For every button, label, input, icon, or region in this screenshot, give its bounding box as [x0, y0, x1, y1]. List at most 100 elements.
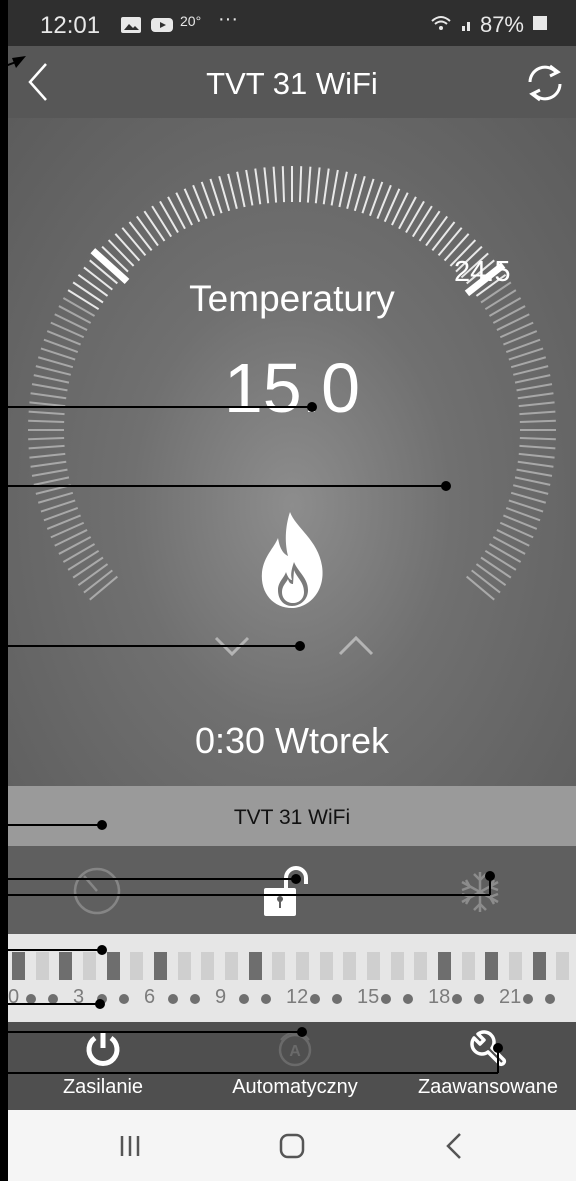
dial-tick — [29, 452, 66, 459]
schedule-slot[interactable] — [248, 952, 262, 980]
system-nav-bar — [8, 1110, 576, 1181]
dial-tick — [411, 205, 433, 238]
power-icon — [85, 1030, 121, 1071]
dial-tick — [28, 444, 65, 450]
schedule-hour-label: 3 — [73, 986, 85, 1008]
schedule-slot[interactable] — [438, 952, 451, 980]
timer-icon[interactable] — [70, 864, 124, 918]
tab-automatic[interactable]: A Automatyczny — [220, 1022, 370, 1110]
schedule-timeline[interactable]: 0 3 6 9 12 15 18 21 — [8, 934, 576, 1022]
dial-tick — [353, 175, 366, 212]
dial-tick — [391, 192, 409, 226]
schedule-slot[interactable] — [509, 952, 522, 980]
dial-tick — [431, 221, 456, 251]
battery-percent: 87% — [479, 12, 524, 37]
schedule-slot[interactable] — [272, 952, 286, 980]
schedule-dot — [523, 994, 533, 1004]
thermostat-dial[interactable]: 24.5 Temperatury 15.0 0:30 Wtorek — [8, 118, 576, 786]
dial-tick — [418, 210, 441, 242]
youtube-icon — [150, 16, 174, 39]
schedule-slot[interactable] — [83, 952, 96, 980]
schedule-slot[interactable] — [154, 952, 167, 980]
app-header: TVT 31 WiFi — [8, 46, 576, 118]
svg-text:A: A — [289, 1043, 301, 1060]
dial-tick — [519, 444, 556, 450]
schedule-slot[interactable] — [225, 952, 238, 980]
schedule-slot[interactable] — [556, 952, 570, 980]
decrease-temperature-button[interactable] — [210, 626, 254, 666]
dial-tick — [281, 166, 286, 203]
dial-ticks — [28, 166, 556, 601]
chevron-down-icon — [214, 636, 250, 657]
schedule-hour-label: 0 — [8, 986, 20, 1008]
dial-tick — [31, 468, 68, 477]
dial-tick — [519, 436, 556, 441]
increase-temperature-button[interactable] — [334, 626, 378, 666]
chevron-left-icon — [446, 1133, 461, 1159]
tab-automatic-label: Automatyczny — [232, 1076, 358, 1098]
dial-tick — [37, 491, 74, 504]
schedule-slot[interactable] — [296, 952, 309, 980]
snowflake-icon[interactable] — [458, 868, 502, 916]
dial-tick — [263, 167, 270, 204]
schedule-slot[interactable] — [485, 952, 499, 980]
unlock-icon[interactable] — [260, 866, 310, 918]
schedule-slot[interactable] — [35, 952, 49, 980]
schedule-slot[interactable] — [130, 952, 144, 980]
dial-tick — [89, 575, 118, 601]
dial-tick — [484, 549, 517, 571]
schedule-slot[interactable] — [106, 952, 120, 980]
dial-tick — [514, 476, 551, 486]
quick-icons-row — [8, 846, 576, 934]
dial-tick — [298, 166, 303, 203]
tab-power[interactable]: Zasilanie — [38, 1022, 168, 1110]
dial-tick — [330, 169, 339, 206]
dial-tick — [510, 491, 547, 504]
dial-tick — [143, 210, 166, 242]
schedule-slot[interactable] — [177, 952, 191, 980]
tab-advanced[interactable]: Zaawansowane — [408, 1022, 568, 1110]
schedule-dot — [310, 994, 320, 1004]
status-bar: 12:01 20° ··· 87% — [8, 0, 576, 46]
gallery-icon — [120, 16, 142, 39]
schedule-slot[interactable] — [414, 952, 428, 980]
device-bar[interactable]: TVT 31 WiFi — [8, 786, 576, 846]
recent-apps-button[interactable] — [108, 1128, 152, 1164]
dial-tick — [72, 556, 104, 579]
wifi-icon — [430, 12, 452, 38]
dial-tick — [30, 460, 67, 468]
schedule-dot — [48, 994, 58, 1004]
schedule-slot[interactable] — [461, 952, 475, 980]
schedule-slot[interactable] — [59, 952, 73, 980]
dial-tick — [67, 549, 100, 571]
schedule-slot[interactable] — [343, 952, 357, 980]
dial-tick — [236, 171, 246, 208]
schedule-slot[interactable] — [367, 952, 380, 980]
dial-tick — [227, 173, 238, 210]
app-screen: 12:01 20° ··· 87% TVT 31 WiFi 24.5 Tempe… — [8, 0, 576, 1181]
dial-tick — [175, 192, 193, 226]
status-right: 87% — [430, 12, 548, 38]
dial-tick — [58, 536, 92, 555]
temperature-title: Temperatury — [189, 278, 395, 319]
refresh-icon — [528, 64, 562, 102]
dial-tick — [398, 196, 417, 230]
home-button[interactable] — [270, 1128, 314, 1164]
dial-tick — [405, 200, 425, 234]
schedule-slot[interactable] — [12, 952, 25, 980]
dial-tick — [437, 227, 463, 256]
refresh-button[interactable] — [522, 60, 568, 106]
schedule-slot[interactable] — [532, 952, 546, 980]
battery-icon — [532, 12, 548, 38]
dial-tick — [77, 563, 109, 586]
dial-tick — [518, 452, 555, 459]
schedule-dot — [119, 994, 129, 1004]
schedule-dot — [474, 994, 484, 1004]
schedule-slot[interactable] — [201, 952, 215, 980]
system-back-button[interactable] — [432, 1128, 476, 1164]
schedule-slot[interactable] — [319, 952, 333, 980]
dial-tick — [466, 575, 495, 601]
schedule-slot[interactable] — [390, 952, 404, 980]
schedule-bars — [8, 952, 576, 980]
dial-tick — [254, 168, 262, 205]
